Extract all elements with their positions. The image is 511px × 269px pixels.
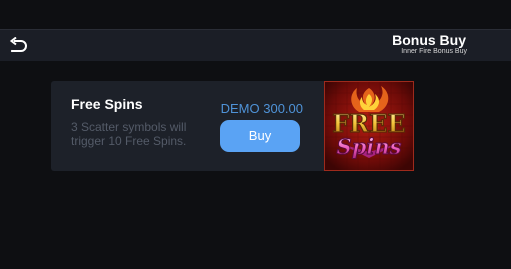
art-spins-text: Spins — [337, 134, 402, 159]
undo-arrow-icon[interactable] — [8, 36, 30, 55]
bonus-title: Free Spins — [71, 96, 143, 112]
bonus-card-free-spins: Free Spins 3 Scatter symbols will trigge… — [51, 81, 324, 171]
free-spins-art[interactable]: FREE Spins — [324, 81, 414, 171]
buy-button[interactable]: Buy — [220, 120, 300, 152]
page-title: Bonus Buy — [392, 32, 466, 48]
page-subtitle: Inner Fire Bonus Buy — [401, 48, 467, 55]
bonus-price: DEMO 300.00 — [220, 101, 303, 116]
header-bar: Bonus Buy Inner Fire Bonus Buy — [0, 29, 511, 61]
bonus-description: 3 Scatter symbols will trigger 10 Free S… — [71, 120, 187, 148]
